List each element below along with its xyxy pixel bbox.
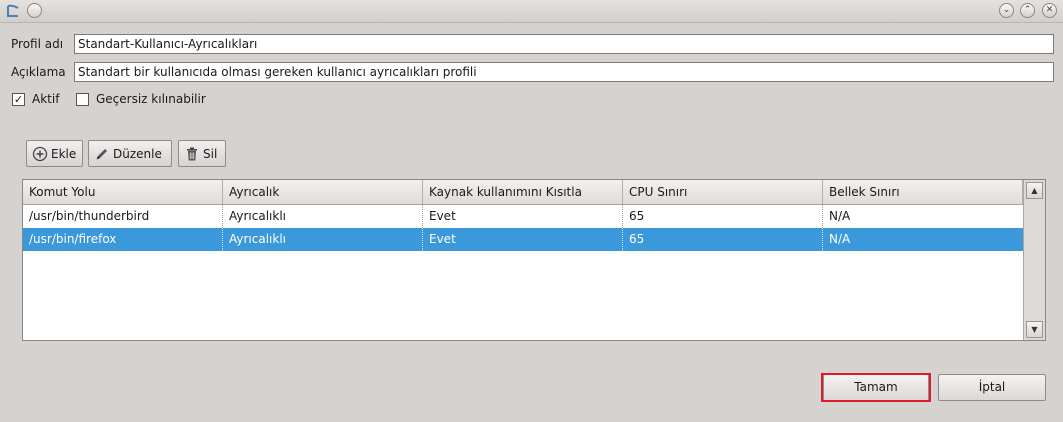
trash-icon xyxy=(187,147,197,160)
cell-privilege: Ayrıcalıklı xyxy=(223,228,423,251)
cell-memory-limit: N/A xyxy=(829,209,851,223)
cell-restrict-resources: Evet xyxy=(423,205,623,228)
overridable-checkbox[interactable] xyxy=(76,93,89,106)
cell-cpu-limit: 65 xyxy=(623,228,823,251)
cell-restrict-resources: Evet xyxy=(423,228,623,251)
add-button-label: Ekle xyxy=(51,146,77,161)
add-icon xyxy=(32,146,48,161)
profile-name-label: Profil adı xyxy=(11,37,64,51)
minimize-icon[interactable]: ⌄ xyxy=(999,3,1014,18)
window-menu-icon[interactable] xyxy=(27,3,42,18)
column-header-privilege[interactable]: Ayrıcalık xyxy=(223,180,423,204)
table-vertical-scrollbar[interactable]: ▲ ▼ xyxy=(1023,180,1045,340)
delete-button-label: Sil xyxy=(203,146,218,161)
table-row[interactable]: /usr/bin/thunderbird Ayrıcalıklı Evet 65… xyxy=(23,205,1023,228)
close-icon[interactable]: ✕ xyxy=(1042,3,1057,18)
description-label: Açıklama xyxy=(11,65,66,79)
cell-memory-limit: N/A xyxy=(829,232,851,246)
column-header-memory-limit[interactable]: Bellek Sınırı xyxy=(823,180,1023,204)
table-row-selected[interactable]: /usr/bin/firefox Ayrıcalıklı Evet 65 N/A xyxy=(23,228,1023,251)
scroll-down-icon[interactable]: ▼ xyxy=(1026,321,1043,338)
add-button[interactable]: Ekle xyxy=(26,140,83,167)
description-input[interactable]: Standart bir kullanıcıda olması gereken … xyxy=(74,62,1054,82)
window-titlebar: ⌄ ⌃ ✕ xyxy=(0,0,1063,23)
cell-privilege: Ayrıcalıklı xyxy=(223,205,423,228)
cell-command-path: /usr/bin/firefox xyxy=(23,228,223,251)
cell-cpu-limit: 65 xyxy=(623,205,823,228)
active-label: Aktif xyxy=(32,92,60,106)
edit-button-label: Düzenle xyxy=(113,146,162,161)
delete-button[interactable]: Sil xyxy=(178,140,226,167)
ok-button-highlight xyxy=(821,373,931,402)
edit-button[interactable]: Düzenle xyxy=(88,140,172,167)
column-header-command-path[interactable]: Komut Yolu xyxy=(23,180,223,204)
app-logo-icon xyxy=(7,4,19,17)
active-checkbox[interactable]: ✓ xyxy=(12,93,25,106)
overridable-label: Geçersiz kılınabilir xyxy=(96,92,206,106)
column-header-cpu-limit[interactable]: CPU Sınırı xyxy=(623,180,823,204)
scroll-up-icon[interactable]: ▲ xyxy=(1026,182,1043,199)
cancel-button[interactable]: İptal xyxy=(938,374,1046,401)
commands-table: Komut Yolu Ayrıcalık Kaynak kullanımını … xyxy=(22,179,1046,341)
pencil-icon xyxy=(96,148,107,159)
profile-name-input[interactable]: Standart-Kullanıcı-Ayrıcalıkları xyxy=(74,34,1054,54)
maximize-icon[interactable]: ⌃ xyxy=(1020,3,1035,18)
table-header: Komut Yolu Ayrıcalık Kaynak kullanımını … xyxy=(23,180,1023,205)
cell-command-path: /usr/bin/thunderbird xyxy=(23,205,223,228)
column-header-restrict-resources[interactable]: Kaynak kullanımını Kısıtla xyxy=(423,180,623,204)
